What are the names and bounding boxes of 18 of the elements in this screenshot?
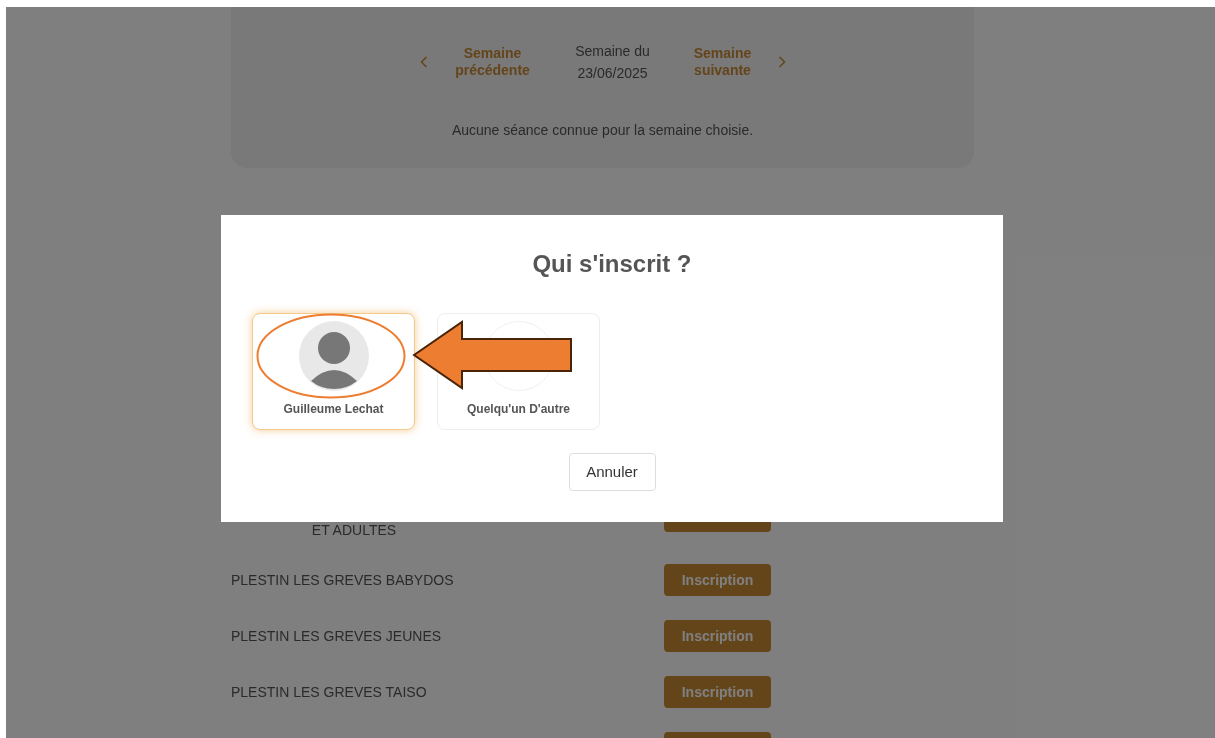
arrow-icon bbox=[412, 320, 574, 390]
chevron-right-icon[interactable] bbox=[777, 56, 786, 68]
inscription-button[interactable]: Inscription bbox=[664, 564, 771, 596]
chevron-left-icon[interactable] bbox=[419, 56, 428, 68]
category-name: ET ADULTES bbox=[310, 521, 398, 540]
profile-card[interactable]: Guilleume Lechat bbox=[252, 313, 415, 430]
previous-week-link[interactable]: Semaine précédente bbox=[447, 45, 538, 79]
avatar-icon bbox=[298, 321, 369, 391]
next-week-link[interactable]: Semaine suivante bbox=[687, 45, 758, 79]
inscription-button[interactable]: Inscription bbox=[664, 620, 771, 652]
inscription-button[interactable]: Inscription bbox=[664, 676, 771, 708]
category-name: PLESTIN LES GREVES JEUNES bbox=[231, 626, 443, 646]
cancel-button[interactable]: Annuler bbox=[568, 453, 656, 491]
week-label: Semaine du 23/06/2025 bbox=[574, 42, 651, 83]
sessions-message: Aucune séance connue pour la semaine choisie. bbox=[451, 121, 754, 140]
category-name: PLESTIN LES GREVES TAISO bbox=[231, 682, 428, 702]
dialog-title: Qui s'inscrit ? bbox=[532, 249, 692, 279]
category-name: PLESTIN LES GREVES BABYDOS bbox=[231, 570, 455, 590]
